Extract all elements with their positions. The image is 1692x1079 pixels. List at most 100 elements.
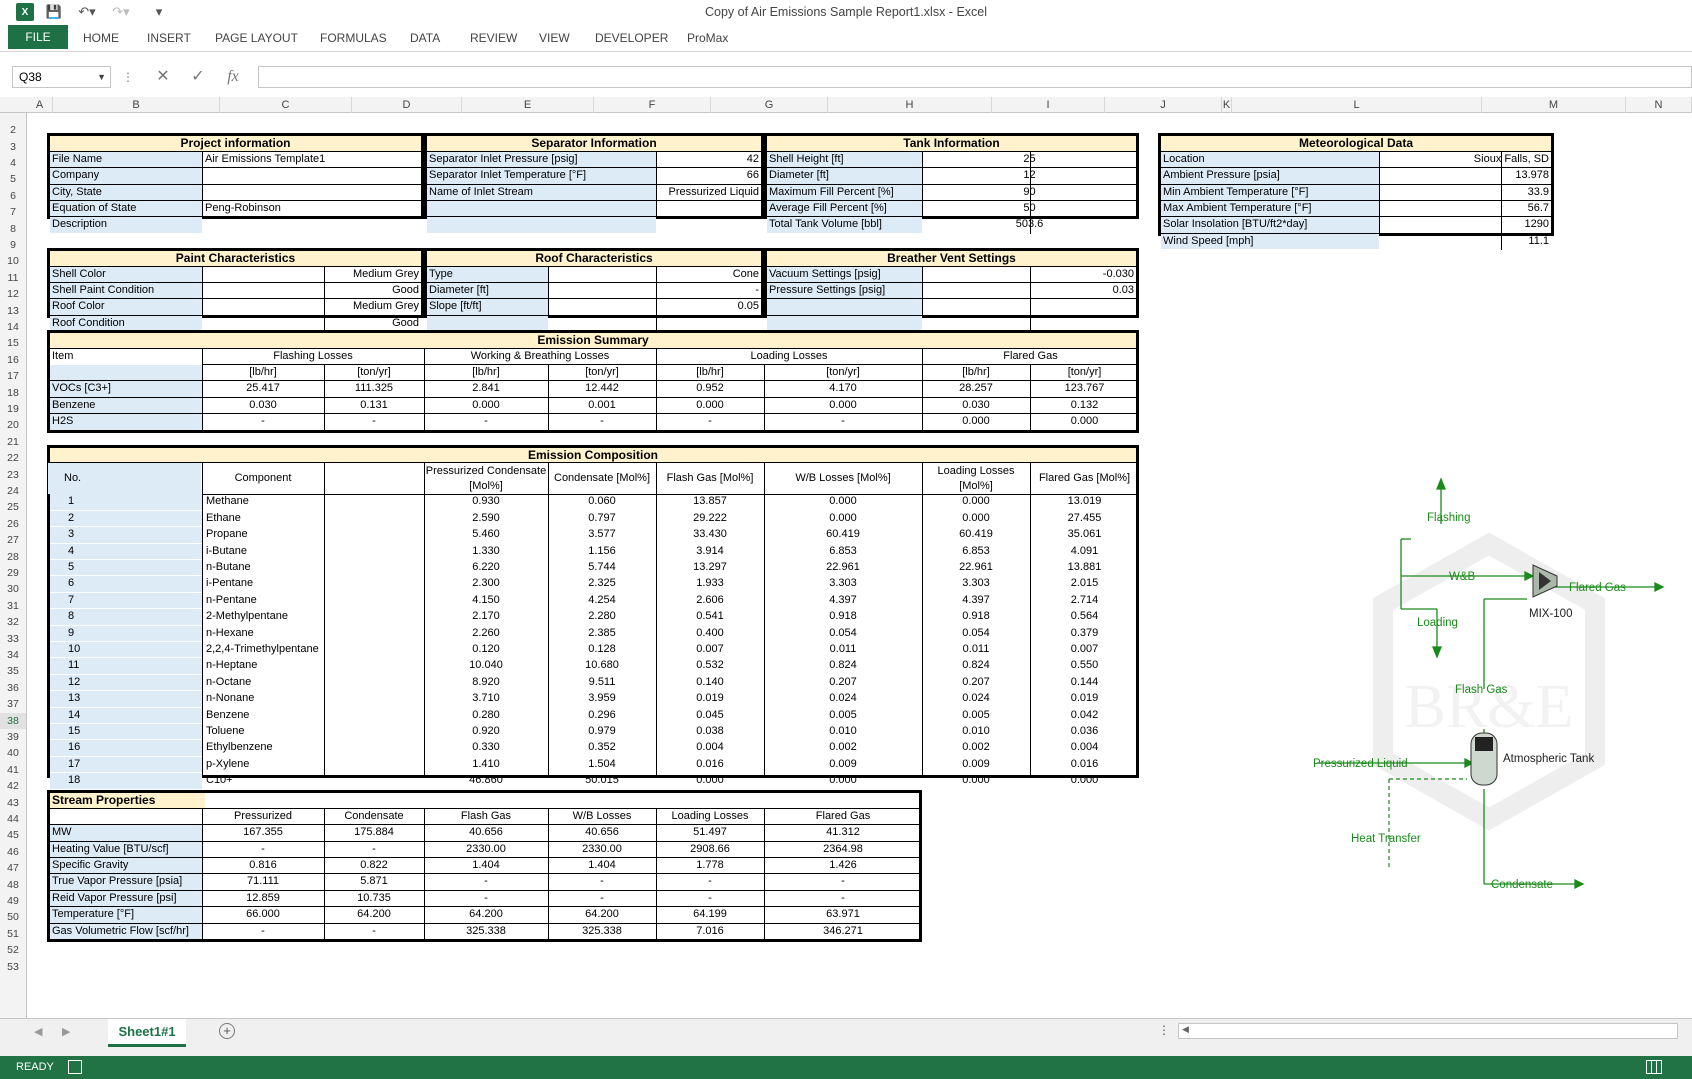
stream-row-label[interactable]: Gas Volumetric Flow [scf/hr] <box>50 923 202 939</box>
composition-value[interactable]: 0.045 <box>657 708 763 723</box>
composition-value[interactable]: 3.303 <box>765 576 921 591</box>
summary-value[interactable]: 0.030 <box>203 398 323 413</box>
composition-value[interactable]: 0.207 <box>923 675 1029 690</box>
meteorological-label[interactable]: Location <box>1161 151 1379 168</box>
stream-value[interactable]: 1.426 <box>765 858 921 873</box>
breather-vent-label[interactable] <box>767 315 922 332</box>
paint-characteristics-header[interactable]: Paint Characteristics <box>50 251 421 266</box>
composition-value[interactable]: 5.744 <box>549 560 655 575</box>
composition-value[interactable]: 29.222 <box>657 511 763 526</box>
stream-column-header[interactable]: Loading Losses <box>657 809 763 824</box>
row-header[interactable]: 52 <box>0 942 26 958</box>
separator-info-header[interactable]: Separator Information <box>427 136 761 151</box>
composition-row-number[interactable]: 3 <box>50 527 202 543</box>
composition-row-number[interactable]: 12 <box>50 674 202 691</box>
stream-value[interactable]: 325.338 <box>549 924 655 939</box>
composition-value[interactable]: 46.860 <box>425 773 547 788</box>
insert-function-icon[interactable]: fx <box>221 66 245 88</box>
composition-value[interactable]: 3.914 <box>657 544 763 559</box>
composition-value[interactable]: 6.853 <box>765 544 921 559</box>
summary-unit[interactable]: [ton/yr] <box>325 365 423 380</box>
row-header[interactable]: 27 <box>0 532 26 548</box>
composition-value[interactable]: 0.979 <box>549 724 655 739</box>
row-header[interactable]: 28 <box>0 549 26 565</box>
summary-group-header[interactable]: Flashing Losses <box>203 349 423 364</box>
cancel-icon[interactable]: ✕ <box>151 66 175 88</box>
composition-value[interactable]: 0.000 <box>657 773 763 788</box>
composition-value[interactable]: 4.091 <box>1031 544 1138 559</box>
summary-value[interactable]: 2.841 <box>425 381 547 396</box>
composition-component[interactable]: n-Nonane <box>204 691 324 706</box>
composition-value[interactable]: 9.511 <box>549 675 655 690</box>
stream-value[interactable]: 40.656 <box>549 825 655 840</box>
stream-value[interactable]: - <box>549 891 655 906</box>
summary-unit[interactable]: [ton/yr] <box>1031 365 1138 380</box>
composition-value[interactable]: 0.541 <box>657 609 763 624</box>
composition-component[interactable]: n-Hexane <box>204 626 324 641</box>
breather-vent-header[interactable]: Breather Vent Settings <box>767 251 1136 266</box>
tab-promax[interactable]: ProMax <box>687 29 728 47</box>
composition-value[interactable]: 0.016 <box>657 757 763 772</box>
stream-value[interactable]: 1.404 <box>425 858 547 873</box>
composition-value[interactable]: 0.042 <box>1031 708 1138 723</box>
roof-characteristics-label[interactable]: Diameter [ft] <box>427 283 548 299</box>
roof-characteristics-label[interactable] <box>427 315 548 332</box>
stream-row-label[interactable]: Heating Value [BTU/scf] <box>50 841 202 857</box>
tab-home[interactable]: HOME <box>83 29 119 47</box>
summary-row-label[interactable]: Benzene <box>50 397 202 414</box>
project-info-value[interactable]: Air Emissions Template1 <box>203 152 421 167</box>
roof-characteristics-value[interactable] <box>549 316 761 331</box>
summary-value[interactable]: 0.000 <box>657 398 763 413</box>
composition-row-number[interactable]: 17 <box>50 756 202 773</box>
row-header[interactable]: 38 <box>0 712 26 729</box>
meteorological-label[interactable]: Ambient Pressure [psia] <box>1161 168 1379 184</box>
composition-value[interactable]: 3.959 <box>549 691 655 706</box>
summary-group-header[interactable]: Flared Gas <box>923 349 1138 364</box>
tab-review[interactable]: REVIEW <box>470 29 517 47</box>
composition-value[interactable]: 0.207 <box>765 675 921 690</box>
stream-value[interactable]: - <box>325 924 423 939</box>
composition-value[interactable]: 0.400 <box>657 626 763 641</box>
summary-value[interactable]: 0.000 <box>923 414 1029 429</box>
stream-value[interactable]: 5.871 <box>325 874 423 889</box>
composition-value[interactable]: 0.036 <box>1031 724 1138 739</box>
row-header[interactable]: 3 <box>0 139 26 155</box>
composition-value[interactable]: 0.144 <box>1031 675 1138 690</box>
project-info-header[interactable]: Project information <box>50 136 421 151</box>
composition-row-number[interactable]: 15 <box>50 724 202 740</box>
stream-value[interactable]: 0.822 <box>325 858 423 873</box>
row-header[interactable]: 10 <box>0 253 26 269</box>
row-header[interactable]: 14 <box>0 319 26 335</box>
composition-value[interactable]: 0.352 <box>549 740 655 755</box>
stream-value[interactable]: 66.000 <box>203 907 323 922</box>
stream-value[interactable]: - <box>325 842 423 857</box>
stream-value[interactable]: 2908.66 <box>657 842 763 857</box>
normal-view-icon[interactable] <box>1646 1060 1662 1074</box>
roof-characteristics-value[interactable]: - <box>549 283 761 298</box>
stream-value[interactable]: 346.271 <box>765 924 921 939</box>
composition-component[interactable]: n-Heptane <box>204 658 324 673</box>
roof-characteristics-value[interactable]: 0.05 <box>549 299 761 314</box>
composition-value[interactable]: 2.714 <box>1031 593 1138 608</box>
composition-value[interactable]: 8.920 <box>425 675 547 690</box>
composition-value[interactable]: 0.002 <box>765 740 921 755</box>
composition-value[interactable]: 22.961 <box>765 560 921 575</box>
separator-info-label[interactable]: Separator Inlet Temperature [°F] <box>427 168 656 184</box>
composition-value[interactable]: 0.000 <box>923 773 1029 788</box>
row-header[interactable]: 50 <box>0 909 26 925</box>
composition-value[interactable]: 0.011 <box>765 642 921 657</box>
row-header[interactable]: 21 <box>0 434 26 450</box>
composition-value[interactable]: 0.054 <box>923 626 1029 641</box>
composition-component[interactable]: C10+ <box>204 773 324 788</box>
tab-data[interactable]: DATA <box>410 29 440 47</box>
summary-unit[interactable]: [lb/hr] <box>425 365 547 380</box>
column-header-l[interactable]: L <box>1232 97 1482 113</box>
summary-item-header[interactable]: Item <box>50 349 202 364</box>
tank-info-label[interactable]: Total Tank Volume [bbl] <box>767 217 922 233</box>
composition-row-number[interactable]: 18 <box>50 773 202 789</box>
horizontal-scrollbar[interactable]: ◀ <box>1178 1023 1678 1039</box>
column-header-g[interactable]: G <box>711 97 828 113</box>
summary-row-label[interactable]: H2S <box>50 414 202 430</box>
composition-value[interactable]: 13.857 <box>657 494 763 509</box>
composition-value[interactable]: 0.000 <box>765 511 921 526</box>
